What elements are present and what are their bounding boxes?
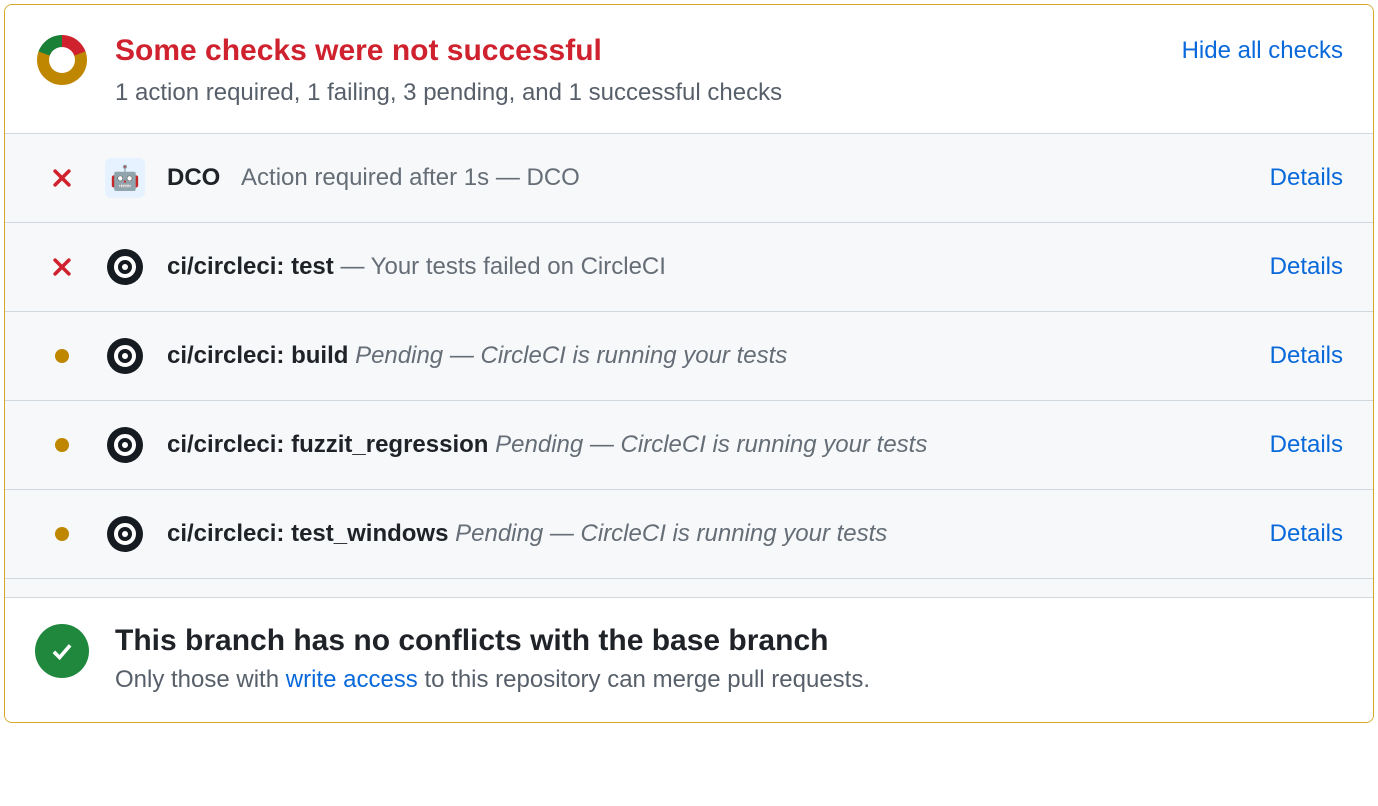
- check-text: ci/circleci: test_windows Pending — Circ…: [167, 520, 1250, 548]
- check-name: ci/circleci: test_windows: [167, 520, 448, 547]
- details-link[interactable]: Details: [1270, 431, 1343, 459]
- circleci-avatar-icon: [105, 514, 145, 554]
- details-link[interactable]: Details: [1270, 342, 1343, 370]
- status-fail-icon: [35, 256, 89, 278]
- circleci-avatar-icon: [105, 247, 145, 287]
- check-description: Pending — CircleCI is running your tests: [355, 342, 787, 369]
- status-donut-wrap: [35, 33, 89, 85]
- status-pending-icon: [35, 349, 89, 363]
- check-row: netlify/prometheus-react/deploy-preview …: [5, 579, 1373, 597]
- checks-header: Some checks were not successful 1 action…: [5, 5, 1373, 133]
- checks-list: 🤖 DCO Action required after 1s — DCO Detai…: [5, 133, 1373, 597]
- merge-footer-subtitle: Only those with write access to this rep…: [115, 666, 870, 694]
- check-description: — Your tests failed on CircleCI: [340, 253, 666, 280]
- status-donut-icon: [37, 35, 87, 85]
- check-text: DCO Action required after 1s — DCO: [167, 164, 1250, 192]
- circleci-avatar-icon: [105, 336, 145, 376]
- check-name: ci/circleci: fuzzit_regression: [167, 431, 488, 458]
- merge-footer: This branch has no conflicts with the ba…: [5, 597, 1373, 722]
- checks-title: Some checks were not successful: [115, 33, 1182, 69]
- details-link[interactable]: Details: [1270, 253, 1343, 281]
- merge-footer-title: This branch has no conflicts with the ba…: [115, 624, 870, 658]
- check-row: 🤖 DCO Action required after 1s — DCO Detai…: [5, 134, 1373, 223]
- merge-footer-sub-post: to this repository can merge pull reques…: [418, 666, 870, 693]
- check-row: ci/circleci: test — Your tests failed on…: [5, 223, 1373, 312]
- check-name: DCO: [167, 164, 220, 191]
- details-link[interactable]: Details: [1270, 164, 1343, 192]
- check-name: ci/circleci: build: [167, 342, 348, 369]
- check-description: Action required after 1s — DCO: [241, 164, 580, 191]
- check-name: ci/circleci: test: [167, 253, 334, 280]
- merge-status-box: Some checks were not successful 1 action…: [4, 4, 1374, 723]
- check-text: ci/circleci: test — Your tests failed on…: [167, 253, 1250, 281]
- dco-bot-avatar-icon: 🤖: [105, 158, 145, 198]
- check-text: ci/circleci: build Pending — CircleCI is…: [167, 342, 1250, 370]
- check-description: Pending — CircleCI is running your tests: [455, 520, 887, 547]
- circleci-avatar-icon: [105, 425, 145, 465]
- write-access-link[interactable]: write access: [286, 666, 418, 693]
- status-pending-icon: [35, 527, 89, 541]
- details-link[interactable]: Details: [1270, 520, 1343, 548]
- check-description: Pending — CircleCI is running your tests: [495, 431, 927, 458]
- merge-footer-sub-pre: Only those with: [115, 666, 286, 693]
- success-circle-icon: [35, 624, 89, 678]
- status-pending-icon: [35, 438, 89, 452]
- status-fail-icon: [35, 167, 89, 189]
- check-row: ci/circleci: fuzzit_regression Pending —…: [5, 401, 1373, 490]
- check-row: ci/circleci: test_windows Pending — Circ…: [5, 490, 1373, 579]
- check-row: ci/circleci: build Pending — CircleCI is…: [5, 312, 1373, 401]
- check-text: ci/circleci: fuzzit_regression Pending —…: [167, 431, 1250, 459]
- hide-all-checks-link[interactable]: Hide all checks: [1182, 37, 1343, 65]
- checks-subtitle: 1 action required, 1 failing, 3 pending,…: [115, 79, 1182, 107]
